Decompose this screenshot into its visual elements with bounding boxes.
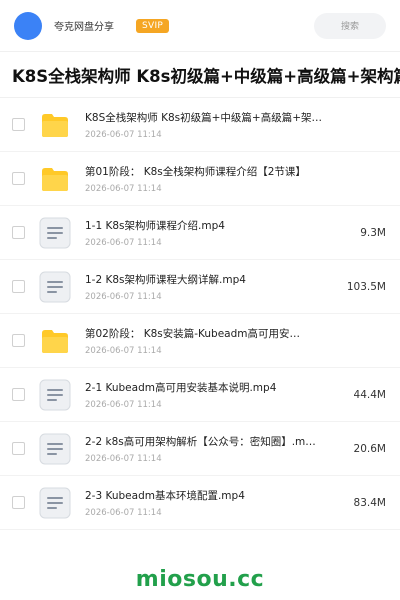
item-date: 2026-06-07 11:14 (85, 291, 162, 302)
file-list: K8S全栈架构师 K8s初级篇+中级篇+高级篇+架… 2026-06-07 11:… (0, 98, 400, 530)
svip-badge: SVIP (136, 18, 170, 33)
item-text: 第02阶段： K8s安装篇-Kubeadm高可用安… 2026-06-07 11:… (85, 326, 386, 356)
item-size: 44.4M (353, 388, 386, 401)
item-name: 第01阶段： K8s全栈架构师课程介绍【2节课】 (85, 165, 306, 178)
item-date: 2026-06-07 11:14 (85, 129, 162, 140)
watermark-logo: miosou.cc (135, 567, 265, 592)
item-name: 第02阶段： K8s安装篇-Kubeadm高可用安… (85, 327, 300, 340)
item-name: 2-1 Kubeadm高可用安装基本说明.mp4 (85, 381, 277, 394)
item-name: 2-3 Kubeadm基本环境配置.mp4 (85, 489, 245, 502)
select-checkbox[interactable] (12, 388, 25, 401)
item-size: 20.6M (353, 442, 386, 455)
item-name: 1-2 K8s架构师课程大纲详解.mp4 (85, 273, 246, 286)
item-text: 1-1 K8s架构师课程介绍.mp4 2026-06-07 11:14 (85, 218, 360, 248)
item-text: 2-1 Kubeadm高可用安装基本说明.mp4 2026-06-07 11:14 (85, 380, 354, 410)
select-checkbox[interactable] (12, 280, 25, 293)
list-item[interactable]: 第01阶段： K8s全栈架构师课程介绍【2节课】 2026-06-07 11:14 (0, 152, 400, 206)
item-date: 2026-06-07 11:14 (85, 507, 162, 518)
share-owner-name: 夸克网盘分享 (54, 22, 114, 33)
list-item[interactable]: 2-3 Kubeadm基本环境配置.mp4 2026-06-07 11:14 83.… (0, 476, 400, 530)
item-date: 2026-06-07 11:14 (85, 399, 162, 410)
item-text: K8S全栈架构师 K8s初级篇+中级篇+高级篇+架… 2026-06-07 11:… (85, 110, 386, 140)
document-icon (39, 217, 71, 249)
document-icon (39, 433, 71, 465)
folder-icon (39, 325, 71, 357)
select-checkbox[interactable] (12, 226, 25, 239)
item-name: 2-2 k8s高可用架构解析【公众号：密知圈】.m… (85, 435, 316, 448)
select-checkbox[interactable] (12, 118, 25, 131)
item-size: 103.5M (346, 280, 386, 293)
item-name: K8S全栈架构师 K8s初级篇+中级篇+高级篇+架… (85, 111, 322, 124)
item-size: 9.3M (360, 226, 386, 239)
item-text: 2-3 Kubeadm基本环境配置.mp4 2026-06-07 11:14 (85, 488, 354, 518)
select-checkbox[interactable] (12, 172, 25, 185)
item-name: 1-1 K8s架构师课程介绍.mp4 (85, 219, 225, 232)
folder-icon (39, 109, 71, 141)
list-item[interactable]: 1-2 K8s架构师课程大纲详解.mp4 2026-06-07 11:14 103.… (0, 260, 400, 314)
folder-icon (39, 163, 71, 195)
list-item[interactable]: 第02阶段： K8s安装篇-Kubeadm高可用安… 2026-06-07 11:… (0, 314, 400, 368)
item-date: 2026-06-07 11:14 (85, 183, 162, 194)
document-icon (39, 379, 71, 411)
list-item[interactable]: K8S全栈架构师 K8s初级篇+中级篇+高级篇+架… 2026-06-07 11:… (0, 98, 400, 152)
search-input[interactable]: 搜索 (314, 12, 386, 39)
item-date: 2026-06-07 11:14 (85, 237, 162, 248)
list-item[interactable]: 2-2 k8s高可用架构解析【公众号：密知圈】.m… 2026-06-07 11:… (0, 422, 400, 476)
select-checkbox[interactable] (12, 442, 25, 455)
avatar[interactable] (14, 11, 42, 40)
list-item[interactable]: 1-1 K8s架构师课程介绍.mp4 2026-06-07 11:14 9.3M (0, 206, 400, 260)
item-text: 1-2 K8s架构师课程大纲详解.mp4 2026-06-07 11:14 (85, 272, 347, 302)
item-date: 2026-06-07 11:14 (85, 453, 162, 464)
top-bar: 夸克网盘分享 SVIP 搜索 (0, 0, 400, 52)
item-text: 2-2 k8s高可用架构解析【公众号：密知圈】.m… 2026-06-07 11:… (85, 434, 354, 464)
select-checkbox[interactable] (12, 334, 25, 347)
item-date: 2026-06-07 11:14 (85, 345, 162, 356)
document-icon (39, 271, 71, 303)
list-item[interactable]: 2-1 Kubeadm高可用安装基本说明.mp4 2026-06-07 11:14… (0, 368, 400, 422)
document-icon (39, 487, 71, 519)
item-text: 第01阶段： K8s全栈架构师课程介绍【2节课】 2026-06-07 11:14 (85, 164, 386, 194)
select-checkbox[interactable] (12, 496, 25, 509)
page-title: K8S全栈架构师 K8s初级篇+中级篇+高级篇+架构篇+源码 (0, 52, 400, 98)
item-size: 83.4M (353, 496, 386, 509)
